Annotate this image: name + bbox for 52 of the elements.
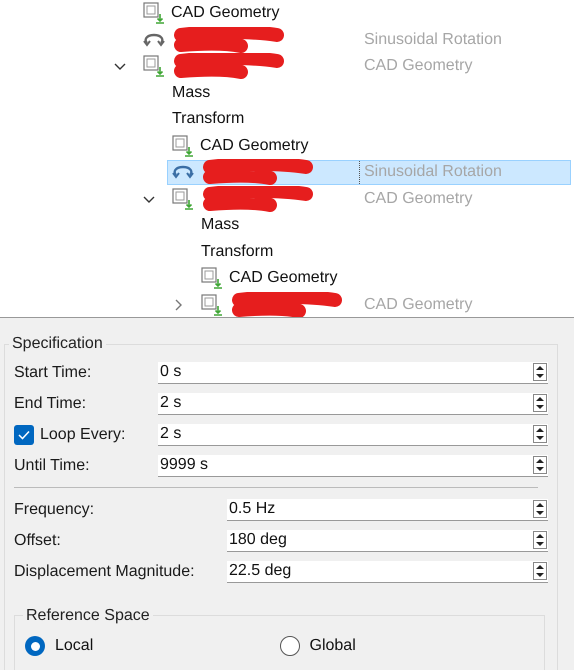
radio-button[interactable] [25, 636, 45, 656]
tree-row[interactable]: Mass [167, 80, 571, 106]
field-label: End Time: [14, 394, 86, 414]
field-label: Offset: [14, 530, 61, 550]
rotation-arrows-icon [172, 164, 194, 180]
tree-row[interactable]: CAD Geometry [167, 133, 571, 158]
tree-item-label: Mass [172, 82, 210, 103]
checkmark-icon [18, 430, 30, 440]
tree-row[interactable]: Transform [167, 106, 571, 132]
spin-field[interactable]: 2 s [158, 392, 548, 414]
field-label: Displacement Magnitude: [14, 562, 195, 582]
tree-item-label: CAD Geometry [229, 268, 338, 288]
field-label: Start Time: [14, 362, 92, 382]
spinner-arrows-icon[interactable] [533, 425, 547, 443]
field-label: Loop Every: [40, 424, 126, 444]
field-label: Frequency: [14, 500, 94, 520]
spin-field[interactable]: 0 s [158, 362, 548, 384]
tree-item-label: CAD Geometry [200, 136, 308, 156]
spinner-arrows-icon[interactable] [533, 500, 547, 518]
spinner-arrows-icon[interactable] [533, 562, 547, 580]
tree-row[interactable]: CAD Geometry [196, 266, 571, 291]
tree-item-label: CAD Geometry [171, 3, 280, 24]
tree-row[interactable]: Transform [196, 239, 571, 264]
tree-item-label: Mass [201, 215, 240, 236]
spinner-arrows-icon[interactable] [533, 394, 547, 412]
item-type-label: Sinusoidal Rotation [364, 162, 502, 182]
spinner-arrows-icon[interactable] [533, 363, 547, 381]
item-type-label: Sinusoidal Rotation [364, 30, 502, 50]
cube-import-icon [143, 55, 165, 78]
cube-import-icon [172, 134, 194, 157]
tree-row[interactable]: Mass [196, 212, 571, 238]
field-label: Until Time: [14, 456, 90, 476]
spinner-arrows-icon[interactable] [533, 531, 547, 549]
tree-item-label: Transform [201, 242, 274, 262]
loop-checkbox[interactable] [14, 424, 34, 444]
spin-field[interactable]: 9999 s [158, 454, 548, 476]
spin-field[interactable]: 0.5 Hz [227, 498, 548, 520]
item-type-label: CAD Geometry [364, 56, 472, 76]
spin-field[interactable]: 2 s [158, 424, 548, 446]
cube-import-icon [172, 188, 194, 210]
rotation-arrows-icon [143, 32, 165, 48]
item-type-label: CAD Geometry [364, 294, 472, 315]
tree-item-label: Transform [172, 109, 244, 130]
item-type-label: CAD Geometry [364, 188, 472, 209]
spin-field[interactable]: 180 deg [227, 530, 548, 552]
tree-row[interactable]: CAD Geometry [138, 0, 571, 26]
spinner-arrows-icon[interactable] [533, 456, 547, 474]
radio-label: Local [55, 636, 94, 656]
radio-button[interactable] [280, 636, 300, 656]
spin-field[interactable]: 22.5 deg [227, 560, 548, 582]
cube-import-icon [201, 267, 223, 290]
radio-label: Global [310, 636, 356, 656]
